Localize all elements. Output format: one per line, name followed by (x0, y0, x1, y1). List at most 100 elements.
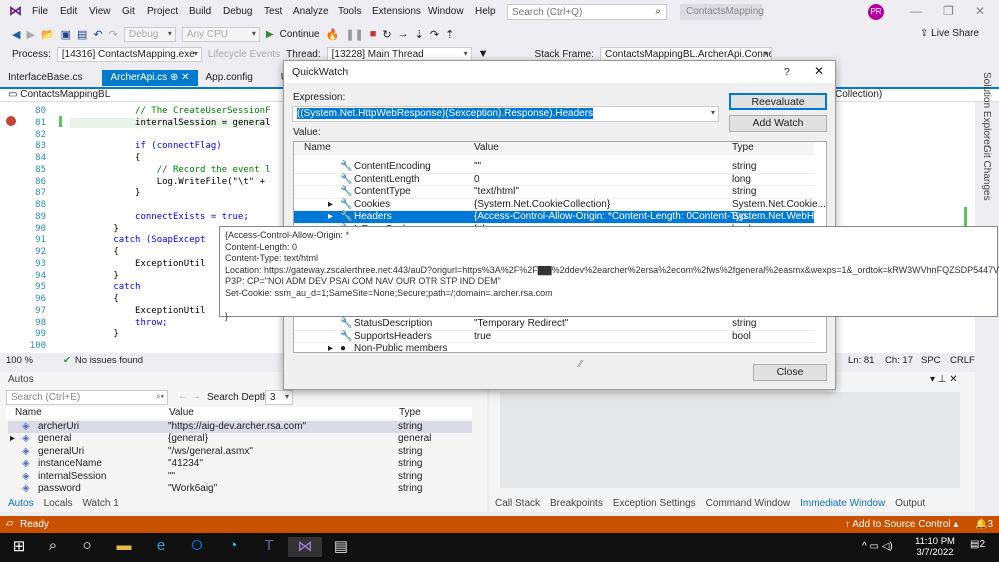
tab-exception-settings[interactable]: Exception Settings (613, 498, 696, 509)
restore-button[interactable]: ❐ (943, 4, 954, 18)
quickwatch-row[interactable]: 🔧 ContentLength 0 long (294, 174, 814, 186)
autos-row[interactable]: ▸ ◈ general {general} general (8, 433, 472, 445)
code-line[interactable]: } (70, 188, 140, 198)
zoom-select[interactable]: 100 % (6, 355, 33, 366)
continue-button[interactable]: Continue (280, 29, 320, 40)
edge-icon[interactable]: ◔ (222, 537, 244, 557)
system-tray-icons[interactable]: ^ ▭ ◁) (862, 541, 893, 552)
stop-icon[interactable]: ■ (370, 28, 377, 40)
help-button[interactable]: ? (784, 66, 790, 78)
code-line[interactable]: { (70, 247, 118, 257)
search-input[interactable]: Search (Ctrl+Q) ⌕ (507, 4, 667, 20)
menu-file[interactable]: File (32, 6, 48, 17)
minimize-button[interactable]: — (910, 4, 922, 18)
tab-command-window[interactable]: Command Window (706, 498, 790, 509)
lifecycle-events-button[interactable]: Lifecycle Events (208, 49, 280, 60)
code-line[interactable]: } (70, 271, 118, 281)
issues-status[interactable]: No issues found (75, 355, 143, 366)
add-watch-button[interactable]: Add Watch (729, 115, 827, 132)
close-button[interactable]: Close (753, 364, 827, 381)
quickwatch-row[interactable]: 🔧 ContentEncoding "" string (294, 161, 814, 174)
quickwatch-row[interactable]: ▸ 🔧 Headers {Access-Control-Allow-Origin: *… (294, 211, 826, 224)
code-line[interactable]: { (70, 294, 118, 304)
column-name[interactable]: Name (15, 407, 42, 418)
windows-start-icon[interactable]: ⊞ (8, 537, 30, 557)
code-line[interactable]: catch (70, 282, 140, 292)
code-line[interactable]: connectExists = true; (70, 212, 249, 222)
visual-studio-taskbar-icon[interactable]: ⋈ (288, 537, 322, 557)
step-out-icon[interactable]: ⇡ (445, 28, 454, 41)
redo-icon[interactable]: ↷ (109, 28, 118, 41)
autos-search-input[interactable]: Search (Ctrl+E) ⌕▾ (6, 390, 168, 405)
menu-extensions[interactable]: Extensions (372, 6, 421, 17)
file-explorer-icon[interactable]: ▬ (113, 537, 135, 557)
tab-watch-1[interactable]: Watch 1 (82, 498, 118, 509)
quickwatch-row[interactable]: ▸ ● Non-Public members (294, 343, 814, 352)
autos-row[interactable]: ◈ instanceName "41234" string (8, 458, 472, 470)
step-over-icon[interactable]: ↷ (430, 28, 439, 41)
undo-icon[interactable]: ↶ (93, 28, 102, 41)
menu-edit[interactable]: Edit (60, 6, 77, 17)
panel-options-icon[interactable]: ▾ ⊥ ✕ (930, 374, 958, 385)
tab-call-stack[interactable]: Call Stack (495, 498, 540, 509)
quickwatch-row[interactable]: ▸ 🔧 Cookies {System.Net.CookieCollection} Sy… (294, 199, 826, 211)
quickwatch-row[interactable]: 🔧 SupportsHeaders true bool (294, 331, 814, 343)
breakpoint-icon[interactable] (6, 116, 16, 126)
code-line[interactable]: } (70, 224, 118, 234)
resize-grip-icon[interactable]: ⁄⁄ (579, 359, 582, 370)
pause-icon[interactable]: ❚❚ (345, 28, 363, 41)
pin-icon[interactable]: ⊕ (170, 72, 178, 83)
step-into-icon[interactable]: ⇣ (415, 28, 424, 41)
hot-reload-icon[interactable]: 🔥 (326, 28, 340, 41)
platform-select[interactable]: Any CPU ▾ (181, 26, 260, 42)
process-select[interactable]: [14316] ContactsMapping.exe ▾ (56, 46, 202, 62)
autos-row[interactable]: ◈ archerUri "https://aig-dev.archer.rsa.co… (8, 421, 472, 434)
tab-breakpoints[interactable]: Breakpoints (550, 498, 603, 509)
close-icon[interactable]: ✕ (814, 64, 824, 78)
close-window-button[interactable]: ✕ (975, 4, 985, 18)
show-next-statement-icon[interactable]: → (398, 28, 409, 40)
open-folder-icon[interactable]: 📂 (41, 28, 55, 41)
forward-icon[interactable]: ▶ (26, 28, 34, 41)
immediate-window-content[interactable] (500, 392, 960, 488)
menu-tools[interactable]: Tools (338, 6, 361, 17)
menu-help[interactable]: Help (475, 6, 496, 17)
tab-immediate-window[interactable]: Immediate Window (800, 498, 885, 509)
side-tab-git-changes[interactable]: Git Changes (981, 145, 992, 201)
expand-icon[interactable]: ▸ (328, 211, 333, 222)
tab-output[interactable]: Output (895, 498, 925, 509)
expand-icon[interactable]: ▸ (10, 433, 15, 444)
live-share-button[interactable]: ⇪ Live Share (920, 28, 979, 39)
app-window-icon[interactable]: ▤ (330, 537, 352, 557)
code-line[interactable]: // Record the event l (70, 165, 271, 175)
project-dropdown[interactable]: ▭ ContactsMappingBL (8, 89, 110, 100)
code-line[interactable]: Log.WriteFile("\t" + (70, 177, 265, 187)
code-line[interactable]: { (70, 153, 140, 163)
clock[interactable]: 11:10 PM 3/7/2022 (915, 536, 955, 558)
menu-build[interactable]: Build (189, 6, 211, 17)
save-all-icon[interactable]: ▤ (77, 28, 87, 41)
tab-archerapi[interactable]: ArcherApi.cs ⊕ ✕ (102, 70, 198, 86)
search-depth-select[interactable]: 3 ▾ (265, 390, 293, 405)
code-line[interactable]: ExceptionUtil (70, 306, 205, 316)
close-tab-icon[interactable]: ✕ (181, 72, 189, 83)
nav-arrows-icon[interactable]: ← → (178, 391, 201, 402)
menu-debug[interactable]: Debug (223, 6, 252, 17)
column-name[interactable]: Name (304, 142, 331, 153)
tab-interfacebase[interactable]: InterfaceBase.cs (0, 70, 90, 86)
line-endings[interactable]: CRLF (950, 355, 975, 366)
outlook-icon[interactable]: O (186, 537, 208, 557)
task-view-icon[interactable]: ○ (76, 537, 98, 557)
menu-view[interactable]: View (89, 6, 111, 17)
code-line[interactable]: // The CreateUserSessionF (70, 106, 270, 116)
menu-analyze[interactable]: Analyze (293, 6, 329, 17)
teams-icon[interactable]: T (258, 537, 280, 557)
code-line[interactable]: catch (SoapExcept (70, 235, 205, 245)
menu-project[interactable]: Project (147, 6, 178, 17)
code-line[interactable]: } (70, 329, 118, 339)
column-value[interactable]: Value (474, 142, 499, 153)
expand-icon[interactable]: ▸ (328, 343, 333, 352)
back-icon[interactable]: ◀ (12, 28, 20, 41)
menu-git[interactable]: Git (122, 6, 135, 17)
column-type[interactable]: Type (732, 142, 754, 153)
